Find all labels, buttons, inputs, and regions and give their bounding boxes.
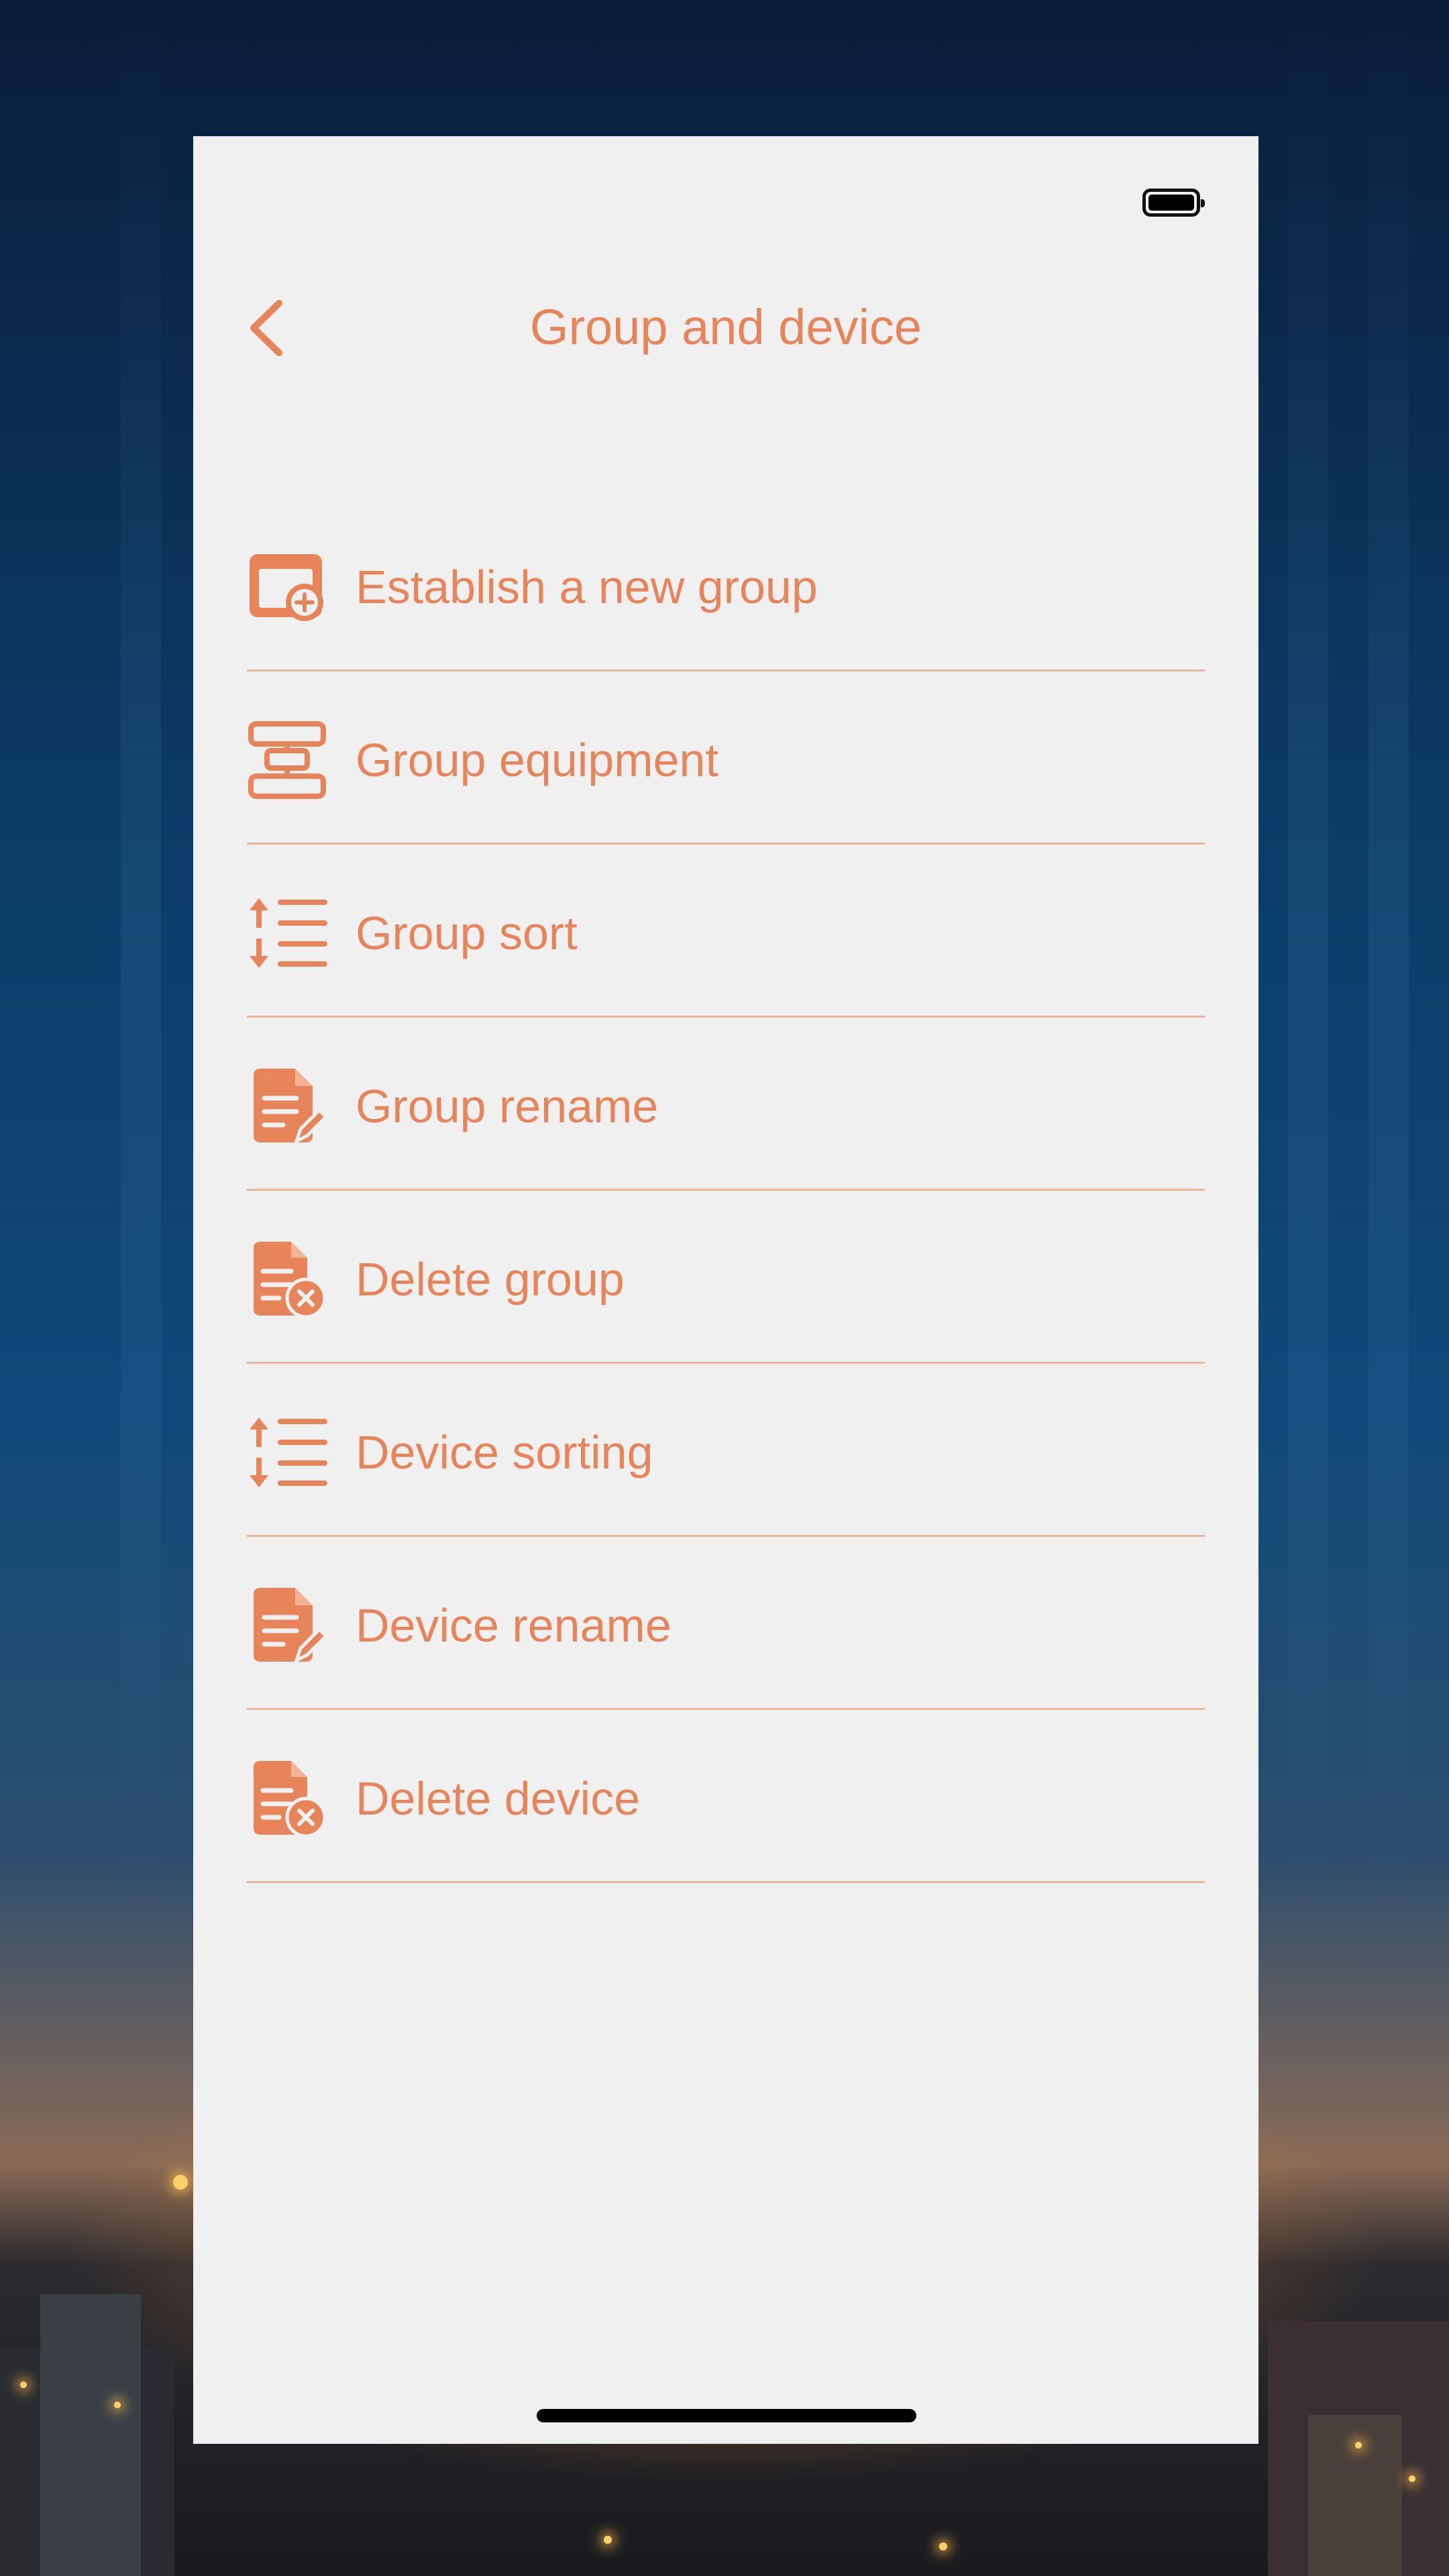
home-indicator[interactable] (537, 2409, 916, 2422)
light-streak (1288, 0, 1328, 1945)
page-title: Group and device (529, 299, 922, 355)
document-delete-icon (247, 1758, 327, 1839)
document-edit-icon (247, 1585, 327, 1666)
menu-item-label: Group sort (356, 906, 578, 959)
menu-item-delete-device[interactable]: Delete device (247, 1710, 1205, 1883)
sort-list-icon (247, 893, 327, 973)
document-edit-icon (247, 1066, 327, 1146)
menu-item-device-sorting[interactable]: Device sorting (247, 1364, 1205, 1537)
menu-item-group-rename[interactable]: Group rename (247, 1018, 1205, 1191)
menu-item-label: Delete group (356, 1252, 625, 1305)
sort-list-icon (247, 1412, 327, 1493)
light-streak (1368, 0, 1409, 1945)
menu-item-group-equipment[interactable]: Group equipment (247, 672, 1205, 845)
menu-item-establish-new-group[interactable]: Establish a new group (247, 498, 1205, 672)
document-delete-icon (247, 1239, 327, 1320)
menu-list: Establish a new group Group equipment Gr… (247, 498, 1205, 1883)
light-streak (121, 0, 161, 1945)
menu-item-label: Delete device (356, 1772, 641, 1825)
battery-full-icon (1142, 189, 1205, 217)
menu-item-group-sort[interactable]: Group sort (247, 845, 1205, 1018)
hierarchy-icon (247, 720, 327, 800)
menu-item-label: Group rename (356, 1079, 659, 1132)
menu-item-label: Establish a new group (356, 560, 818, 613)
app-screen: Group and device Establish a new group G… (193, 136, 1258, 2444)
menu-item-label: Device rename (356, 1599, 672, 1652)
menu-item-delete-group[interactable]: Delete group (247, 1191, 1205, 1364)
folder-plus-icon (247, 547, 327, 627)
menu-item-device-rename[interactable]: Device rename (247, 1537, 1205, 1710)
menu-item-label: Group equipment (356, 733, 718, 786)
menu-item-label: Device sorting (356, 1426, 653, 1479)
